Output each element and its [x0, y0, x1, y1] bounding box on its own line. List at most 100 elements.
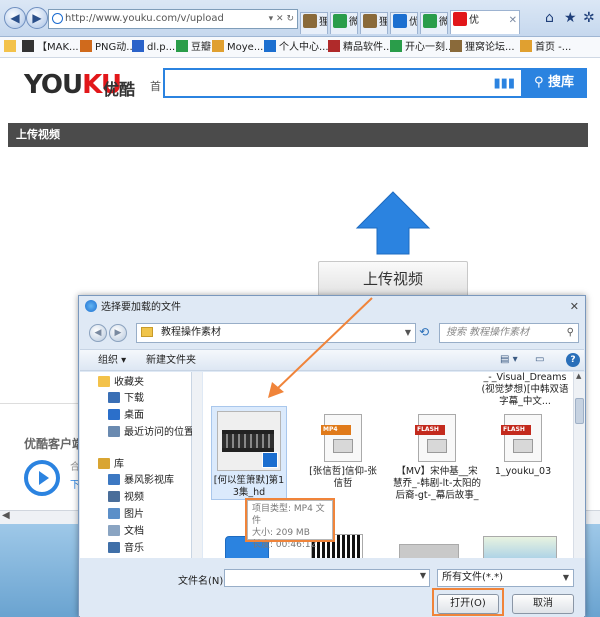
- address-text: http://www.youku.com/v/upload: [65, 13, 224, 24]
- search-icon[interactable]: ⚲: [567, 324, 574, 342]
- file-item[interactable]: FLASH 1_youku_03: [485, 406, 561, 478]
- sidebar-item-music[interactable]: 音乐: [108, 542, 144, 556]
- help-icon[interactable]: ?: [566, 353, 580, 367]
- sidebar-scrollbar[interactable]: [192, 372, 202, 558]
- dialog-close-icon[interactable]: ✕: [570, 300, 579, 313]
- fav-label: PNG动...: [95, 42, 136, 53]
- file-thumbnail-partial[interactable]: [399, 544, 459, 558]
- fav-item[interactable]: 精品软件...: [328, 40, 393, 55]
- tab-close-icon[interactable]: ✕: [509, 11, 517, 31]
- fav-label: 【MAK...: [37, 42, 79, 53]
- fav-item[interactable]: 开心一刻...: [390, 40, 455, 55]
- fav-item[interactable]: [4, 40, 19, 55]
- dialog-path-text: 教程操作素材: [161, 327, 221, 338]
- favorites-star-icon[interactable]: ★: [564, 10, 577, 26]
- fav-item[interactable]: Moye...: [212, 40, 263, 55]
- home-icon[interactable]: ⌂: [545, 10, 554, 26]
- fav-item[interactable]: PNG动...: [80, 40, 136, 55]
- new-folder-button[interactable]: 新建文件夹: [146, 354, 196, 368]
- chevron-down-icon[interactable]: ▼: [420, 571, 426, 580]
- browser-tab[interactable]: 微: [330, 12, 358, 34]
- picture-folder-icon: [108, 508, 120, 519]
- filename-input[interactable]: ▼: [224, 569, 430, 587]
- search-button-label: 搜库: [548, 75, 575, 90]
- file-item[interactable]: _-_Visual_Dreams(视觉梦想)[中韩双语字幕_中文...: [479, 372, 571, 408]
- sidebar-item-documents[interactable]: 文档: [108, 525, 144, 539]
- view-options-icon[interactable]: ▤ ▾: [500, 354, 518, 365]
- dialog-path-bar[interactable]: 教程操作素材 ▼: [136, 323, 416, 343]
- file-type-badge: FLASH: [415, 425, 445, 435]
- tab-favicon-icon: [363, 14, 377, 28]
- tab-favicon-icon: [423, 14, 437, 28]
- browser-tab-active[interactable]: 优 ✕: [450, 10, 520, 34]
- scroll-left-icon[interactable]: ◀: [2, 510, 10, 521]
- file-label: 【MV】宋仲基__宋慧乔_-韩剧-lt-太阳的后裔-gt-_幕后故事_: [393, 466, 481, 501]
- upload-arrow-icon[interactable]: [355, 190, 431, 256]
- fav-item[interactable]: 【MAK...: [22, 40, 79, 55]
- fav-item[interactable]: 首页 -...: [520, 40, 571, 55]
- fav-icon: [80, 40, 92, 52]
- video-badge-icon: [262, 452, 278, 468]
- search-input[interactable]: ▮▮▮: [163, 68, 521, 98]
- fav-item[interactable]: 个人中心...: [264, 40, 329, 55]
- scroll-thumb[interactable]: [575, 398, 584, 424]
- organize-menu[interactable]: 组织 ▾: [98, 354, 126, 368]
- chevron-down-icon[interactable]: ▼: [563, 570, 569, 586]
- fav-item[interactable]: 狸窝论坛...: [450, 40, 515, 55]
- file-item-selected[interactable]: [何以笙箫默]第13集_hd: [211, 406, 287, 500]
- browser-tab[interactable]: 狸: [300, 12, 328, 34]
- file-item[interactable]: MP4 [张信哲]信仰-张信哲: [305, 406, 381, 490]
- dialog-back-button[interactable]: ◀: [89, 324, 107, 342]
- nav-home-link[interactable]: 首: [150, 78, 161, 94]
- site-icon: [52, 13, 63, 24]
- upload-video-button[interactable]: 上传视频: [318, 261, 468, 297]
- fav-icon: [212, 40, 224, 52]
- address-tools-icon[interactable]: ▾ ✕ ↻: [269, 10, 294, 28]
- browser-tab[interactable]: 微: [420, 12, 448, 34]
- fav-icon: [328, 40, 340, 52]
- divider: [0, 403, 90, 404]
- sidebar-item-storm-library[interactable]: 暴风影视库: [108, 474, 174, 488]
- sidebar-item-favorites[interactable]: 收藏夹: [98, 376, 144, 390]
- sidebar-item-recent[interactable]: 最近访问的位置: [108, 426, 194, 440]
- browser-tab[interactable]: 优: [390, 12, 418, 34]
- fav-label: 豆瓣: [191, 42, 211, 53]
- tab-label: 微: [349, 17, 358, 28]
- cancel-button[interactable]: 取消: [512, 594, 574, 614]
- fav-icon: [450, 40, 462, 52]
- sidebar-item-downloads[interactable]: 下载: [108, 392, 144, 406]
- fav-item[interactable]: 豆瓣: [176, 40, 211, 55]
- dialog-app-icon: [85, 300, 97, 312]
- dialog-title: 选择要加载的文件: [85, 300, 181, 315]
- sidebar-item-library[interactable]: 库: [98, 458, 124, 472]
- scroll-up-icon[interactable]: ▲: [576, 372, 581, 380]
- sidebar-item-label: 音乐: [124, 543, 144, 554]
- preview-pane-icon[interactable]: ▭: [535, 354, 544, 365]
- dialog-forward-button[interactable]: ▶: [109, 324, 127, 342]
- file-item[interactable]: FLASH 【MV】宋仲基__宋慧乔_-韩剧-lt-太阳的后裔-gt-_幕后故事…: [393, 406, 481, 502]
- youku-client-play-icon[interactable]: [24, 460, 60, 496]
- sidebar-item-desktop[interactable]: 桌面: [108, 409, 144, 423]
- refresh-icon[interactable]: ⟲: [419, 325, 429, 339]
- forward-button[interactable]: ▶: [26, 7, 48, 29]
- back-button[interactable]: ◀: [4, 7, 26, 29]
- highlight-open-button-box: [432, 588, 504, 616]
- dialog-search-input[interactable]: 搜索 教程操作素材 ⚲: [439, 323, 579, 343]
- sidebar-item-pictures[interactable]: 图片: [108, 508, 144, 522]
- file-thumbnail-partial[interactable]: [483, 536, 557, 558]
- tab-favicon-icon: [393, 14, 407, 28]
- address-bar[interactable]: http://www.youku.com/v/upload ▾ ✕ ↻: [48, 9, 298, 29]
- upload-header: 上传视频: [8, 123, 588, 147]
- sidebar-item-videos[interactable]: 视频: [108, 491, 144, 505]
- settings-gear-icon[interactable]: ✲: [583, 10, 595, 26]
- chevron-down-icon[interactable]: ▼: [405, 324, 411, 342]
- filetype-select[interactable]: 所有文件(*.*) ▼: [437, 569, 574, 587]
- file-list-scrollbar[interactable]: ▲: [573, 372, 585, 558]
- video-folder-icon: [108, 491, 120, 502]
- browser-toolbar: ◀ ▶ http://www.youku.com/v/upload ▾ ✕ ↻ …: [0, 0, 600, 37]
- browser-tab[interactable]: 狸: [360, 12, 388, 34]
- filename-label: 文件名(N):: [178, 576, 227, 587]
- search-button[interactable]: ⚲ 搜库: [521, 68, 587, 98]
- fav-item[interactable]: dl.p...: [132, 40, 175, 55]
- chart-bars-icon[interactable]: ▮▮▮: [494, 76, 515, 91]
